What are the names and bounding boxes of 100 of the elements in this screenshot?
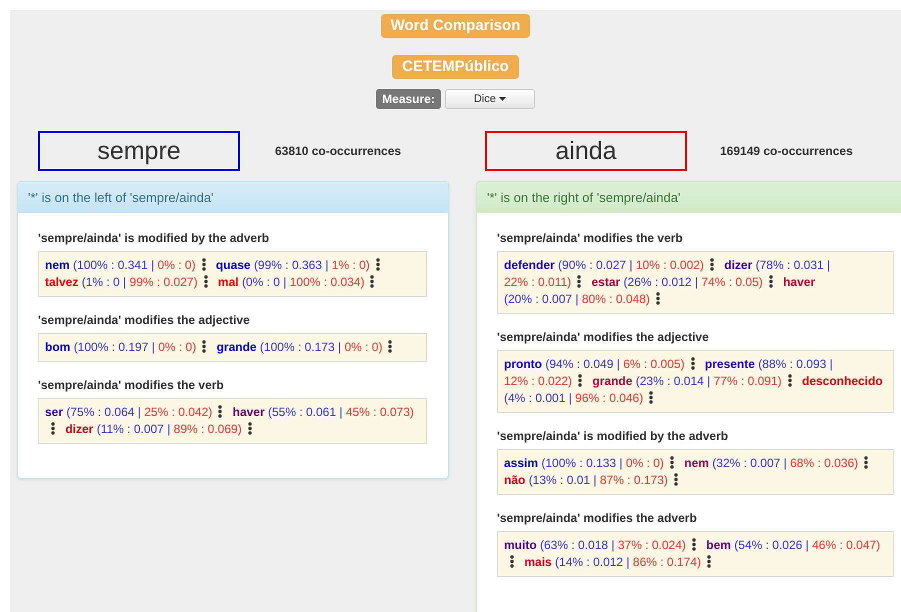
second-word-stats: 37% : 0.024): [618, 538, 686, 552]
second-word-stats: 46% : 0.047): [812, 538, 880, 552]
first-word-stats: (99% : 0.363 |: [254, 258, 328, 272]
measure-label: Measure:: [376, 89, 441, 109]
relation-heading: 'sempre/ainda' is modified by the adverb: [497, 429, 730, 443]
collocate-word[interactable]: presente: [704, 357, 755, 371]
page-title: Word Comparison: [380, 14, 530, 38]
collocate-word[interactable]: estar: [592, 275, 620, 289]
first-word-stats: (1% : 0 |: [82, 275, 126, 289]
collocate-word[interactable]: desconhecido: [802, 374, 883, 388]
second-word-stats: 77% : 0.091): [714, 374, 782, 388]
more-icon[interactable]: [388, 340, 392, 353]
second-word-stats: 0% : 0): [626, 456, 664, 470]
collocate-word[interactable]: não: [504, 473, 526, 487]
more-icon[interactable]: [51, 422, 55, 435]
collocate-word[interactable]: pronto: [504, 357, 542, 371]
first-word-stats: (0% : 0 |: [242, 275, 286, 289]
second-word-stats: 99% : 0.027): [130, 275, 198, 289]
collocate-word[interactable]: bom: [45, 340, 70, 354]
word-box: ainda: [485, 131, 687, 171]
collocate-word[interactable]: talvez: [45, 275, 78, 289]
more-icon[interactable]: [692, 538, 696, 551]
second-word-stats: 100% : 0.034): [290, 275, 364, 289]
more-icon[interactable]: [370, 275, 374, 288]
more-icon[interactable]: [788, 374, 792, 387]
second-word-stats: 89% : 0.069): [174, 422, 242, 436]
second-word-stats: 0% : 0): [158, 258, 196, 272]
more-icon[interactable]: [656, 292, 660, 305]
more-icon[interactable]: [202, 258, 206, 271]
second-word-stats: 12% : 0.022): [504, 374, 572, 388]
co-occurrence-count: 169149 co-occurrences: [720, 144, 853, 158]
panel-heading: '*' is on the left of 'sempre/ainda': [18, 182, 448, 213]
first-word-stats: (14% : 0.012 |: [555, 555, 630, 569]
collocate-word[interactable]: dizer: [65, 422, 94, 436]
first-word-stats: (20% : 0.007 |: [504, 292, 578, 306]
relation-heading: 'sempre/ainda' modifies the verb: [38, 378, 225, 392]
measure-dropdown[interactable]: Dice: [444, 89, 535, 109]
collocate-word[interactable]: quase: [216, 258, 251, 272]
second-word-stats: 1% : 0): [332, 258, 370, 272]
collocate-word[interactable]: ser: [45, 405, 64, 419]
relation-heading: 'sempre/ainda' modifies the verb: [497, 231, 684, 245]
more-icon[interactable]: [577, 275, 582, 288]
more-icon[interactable]: [376, 258, 380, 271]
second-word-stats: 0% : 0): [344, 340, 382, 354]
first-word-stats: (100% : 0.341 |: [73, 258, 154, 272]
second-word-stats: 22% : 0.011): [504, 275, 572, 289]
relation-heading: 'sempre/ainda' modifies the adjective: [497, 330, 710, 344]
collocate-word[interactable]: mal: [218, 275, 239, 289]
first-word-stats: (90% : 0.027 |: [558, 258, 633, 272]
first-word-stats: (78% : 0.031 |: [756, 258, 830, 272]
corpus-label: CETEMPúblico: [392, 55, 519, 79]
relation-heading: 'sempre/ainda' is modified by the adverb: [38, 231, 270, 245]
more-icon[interactable]: [674, 473, 678, 486]
second-word-stats: 87% : 0.173): [600, 473, 668, 487]
first-word-stats: (55% : 0.061 |: [268, 405, 342, 419]
more-icon[interactable]: [578, 374, 582, 387]
more-icon[interactable]: [670, 456, 674, 469]
collocate-word[interactable]: haver: [783, 275, 816, 289]
word-box: sempre: [38, 131, 240, 171]
collocate-word[interactable]: haver: [232, 405, 265, 419]
more-icon[interactable]: [202, 340, 206, 353]
more-icon[interactable]: [864, 456, 868, 469]
more-icon[interactable]: [649, 391, 654, 404]
first-word-stats: (63% : 0.018 |: [540, 538, 615, 552]
collocate-word[interactable]: mais: [524, 555, 552, 569]
second-word-stats: 80% : 0.048): [582, 292, 650, 306]
collocate-word[interactable]: nem: [684, 456, 709, 470]
second-word-stats: 6% : 0.005): [623, 357, 685, 371]
first-word-stats: (100% : 0.197 |: [74, 340, 155, 354]
more-icon[interactable]: [218, 405, 222, 418]
more-icon[interactable]: [248, 422, 252, 435]
first-word-stats: (88% : 0.093 |: [758, 357, 833, 371]
second-word-stats: 96% : 0.046): [575, 391, 644, 405]
more-icon[interactable]: [510, 555, 514, 568]
second-word-stats: 0% : 0): [158, 340, 196, 354]
panel-heading: '*' is on the right of 'sempre/ainda': [477, 182, 901, 213]
collocate-word[interactable]: bem: [706, 538, 731, 552]
more-icon[interactable]: [690, 357, 695, 370]
more-icon[interactable]: [706, 555, 711, 568]
collocate-word[interactable]: dizer: [724, 258, 752, 272]
first-word-stats: (54% : 0.026 |: [734, 538, 809, 552]
first-word-stats: (23% : 0.014 |: [636, 374, 710, 388]
first-word-stats: (32% : 0.007 |: [712, 456, 787, 470]
caret-icon: [498, 97, 506, 101]
collocate-word[interactable]: nem: [45, 258, 70, 272]
second-word-stats: 45% : 0.073): [346, 405, 414, 419]
collocate-word[interactable]: muito: [504, 538, 537, 552]
second-word-stats: 10% : 0.002): [636, 258, 704, 272]
relation-heading: 'sempre/ainda' modifies the adjective: [38, 313, 251, 327]
collocate-word[interactable]: grande: [592, 374, 632, 388]
second-word-stats: 74% : 0.05): [701, 275, 763, 289]
first-word-stats: (11% : 0.007 |: [96, 422, 170, 436]
collocate-word[interactable]: defender: [504, 258, 555, 272]
more-icon[interactable]: [204, 275, 208, 288]
more-icon[interactable]: [768, 275, 773, 288]
more-icon[interactable]: [710, 258, 714, 271]
first-word-stats: (100% : 0.133 |: [541, 456, 623, 470]
co-occurrence-count: 63810 co-occurrences: [275, 144, 402, 158]
collocate-word[interactable]: grande: [216, 340, 257, 354]
collocate-word[interactable]: assim: [504, 456, 538, 470]
